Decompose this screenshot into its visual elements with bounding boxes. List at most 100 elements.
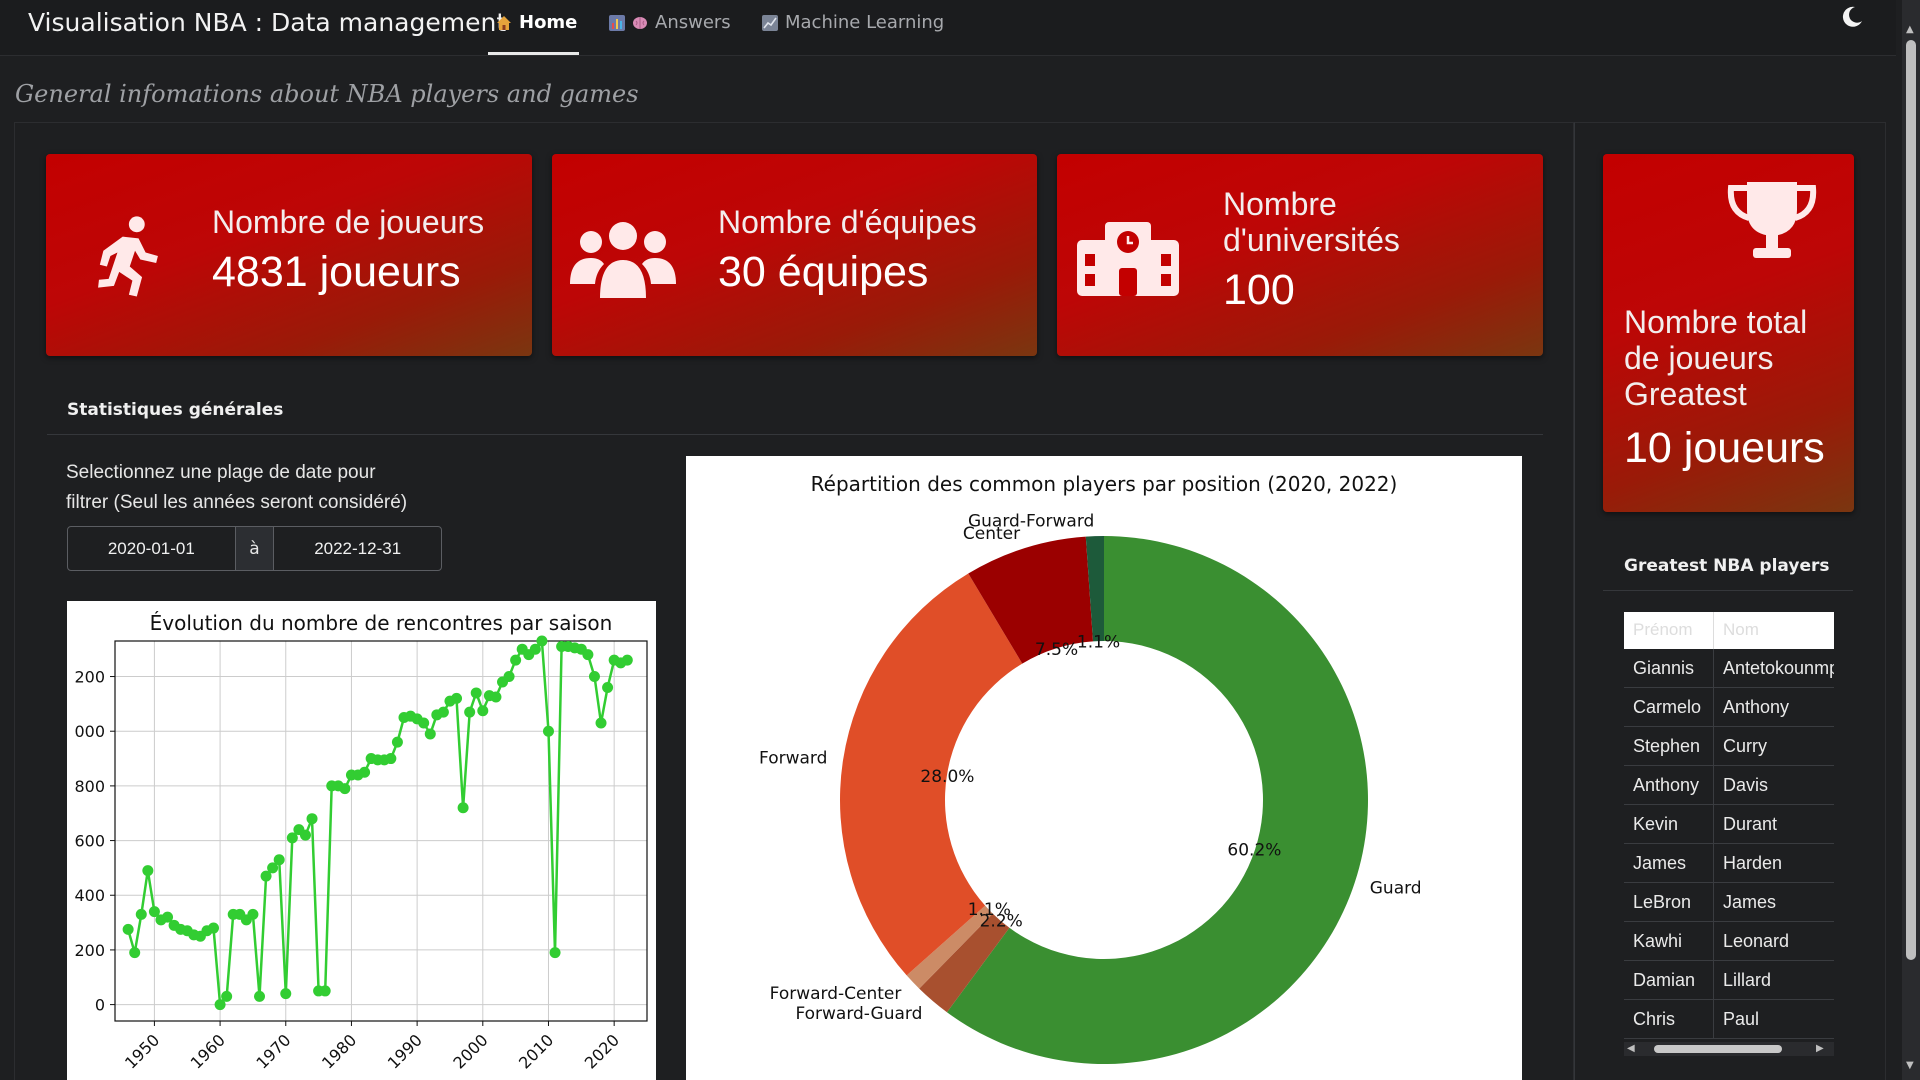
x-tick-label: 1960 (187, 1030, 229, 1072)
greatest-divider (1603, 590, 1853, 591)
table-row[interactable]: Chris Paul (1624, 1000, 1834, 1039)
data-point (588, 671, 600, 683)
table-row[interactable]: Giannis Antetokounmpo (1624, 649, 1834, 688)
data-point (451, 692, 463, 704)
scroll-right-icon[interactable]: ▶ (1816, 1043, 1824, 1054)
teams-value: 30 équipes (718, 248, 929, 296)
data-point (503, 671, 515, 683)
nav-home-label: Home (519, 12, 578, 33)
data-point (595, 717, 607, 729)
table-row[interactable]: Damian Lillard (1624, 961, 1834, 1000)
data-point (391, 736, 403, 748)
end-date-input[interactable]: 2022-12-31 (274, 527, 441, 570)
table-row[interactable]: Kawhi Leonard (1624, 922, 1834, 961)
table-row[interactable]: LeBron James (1624, 883, 1834, 922)
data-point (208, 922, 220, 934)
scroll-down-icon[interactable]: ▼ (1906, 1060, 1914, 1071)
nav-answers-label: Answers (655, 12, 731, 33)
cell-firstname: Carmelo (1624, 688, 1714, 726)
data-point (253, 990, 265, 1002)
nav-home[interactable]: Home (496, 12, 577, 33)
card-universities: Nombre d'universités 100 (1057, 154, 1543, 356)
start-date-input[interactable]: 2020-01-01 (68, 527, 235, 570)
slice-percent-label: 28.0% (920, 767, 974, 787)
table-row[interactable]: James Harden (1624, 844, 1834, 883)
table-horizontal-scrollbar[interactable]: ◀ ▶ (1624, 1042, 1834, 1056)
cell-firstname: Chris (1624, 1000, 1714, 1038)
slice-percent-label: 7.5% (1035, 640, 1078, 660)
scroll-up-icon[interactable]: ▲ (1906, 24, 1914, 35)
page-subtitle: General infomations about NBA players an… (15, 80, 639, 108)
cell-lastname: Curry (1723, 735, 1767, 756)
running-person-icon (98, 216, 158, 297)
players-label: Nombre de joueurs (212, 204, 485, 240)
filter-text-line2: filtrer (Seul les années seront considér… (66, 492, 408, 513)
data-point (221, 990, 233, 1002)
data-point (470, 687, 482, 699)
table-row[interactable]: Carmelo Anthony (1624, 688, 1834, 727)
y-tick-label: 800 (74, 777, 105, 796)
cell-lastname: Durant (1723, 813, 1778, 834)
data-point (582, 649, 594, 661)
data-point (477, 705, 489, 717)
slice-label: Guard (1370, 879, 1422, 899)
house-icon (497, 15, 511, 30)
slice-label: Forward-Center (770, 984, 902, 1004)
filter-instructions: Selectionnez une plage de date pour filt… (66, 458, 466, 518)
trend-chart-icon (762, 14, 778, 31)
y-tick-label: 600 (74, 832, 105, 851)
greatest-players-table: Prénom Nom Giannis Antetokounmpo Carmelo An… (1624, 612, 1834, 1058)
nav-answers[interactable]: Answers (609, 12, 731, 33)
games-per-season-line-chart: Évolution du nombre de rencontres par sa… (74, 611, 648, 1073)
data-point (339, 783, 351, 795)
data-point (299, 829, 311, 841)
y-tick-label: 200 (74, 668, 105, 687)
data-point (457, 802, 469, 814)
table-row[interactable]: Stephen Curry (1624, 727, 1834, 766)
universities-label-line1: Nombre (1223, 186, 1337, 222)
date-range-picker: 2020-01-01 à 2022-12-31 (67, 526, 442, 571)
x-tick-label: 1950 (121, 1030, 163, 1072)
data-point (536, 635, 548, 647)
table-scroll-thumb[interactable] (1654, 1045, 1782, 1053)
data-point (418, 717, 430, 729)
x-tick-label: 1980 (318, 1030, 360, 1072)
data-point (621, 654, 633, 666)
cell-firstname: Damian (1624, 961, 1714, 999)
nav-machine-learning[interactable]: Machine Learning (762, 12, 944, 33)
x-tick-label: 2010 (515, 1030, 557, 1072)
players-value: 4831 joueurs (212, 248, 461, 296)
slice-label: Forward-Guard (795, 1004, 922, 1024)
cell-lastname: Lillard (1723, 969, 1772, 990)
data-point (542, 725, 554, 737)
page-scroll-thumb[interactable] (1906, 40, 1916, 960)
section-divider (47, 434, 1543, 435)
data-point (602, 681, 614, 693)
cell-firstname: Giannis (1624, 649, 1714, 687)
cell-lastname: Antetokounmpo (1723, 657, 1834, 678)
donut-chart-container: Répartition des common players par posit… (686, 456, 1522, 1080)
bar-chart-icon (609, 14, 625, 31)
group-people-icon (570, 222, 676, 298)
data-point (273, 854, 285, 866)
page-vertical-scrollbar[interactable]: ▲ ▼ (1902, 0, 1920, 1080)
cell-lastname: Leonard (1723, 930, 1790, 951)
x-tick-label: 2020 (581, 1030, 623, 1072)
table-row[interactable]: Kevin Durant (1624, 805, 1834, 844)
active-tab-indicator (488, 52, 579, 55)
donut-chart-title: Répartition des common players par posit… (811, 472, 1398, 496)
greatest-players-title: Greatest NBA players (1624, 556, 1830, 576)
table-row[interactable]: Anthony Davis (1624, 766, 1834, 805)
y-tick-label: 200 (74, 941, 105, 960)
data-point (129, 947, 141, 959)
y-tick-label: 400 (74, 886, 105, 905)
column-header-lastname[interactable]: Nom (1714, 612, 1834, 649)
cell-lastname: Paul (1723, 1008, 1760, 1029)
scroll-left-icon[interactable]: ◀ (1627, 1043, 1635, 1054)
moon-icon[interactable] (1838, 4, 1864, 30)
column-header-firstname[interactable]: Prénom (1624, 612, 1714, 649)
line-chart-container: Évolution du nombre de rencontres par sa… (67, 601, 656, 1080)
data-point (247, 908, 259, 920)
app-title[interactable]: Visualisation NBA : Data management (28, 8, 506, 37)
slice-percent-label: 1.1% (968, 900, 1011, 920)
